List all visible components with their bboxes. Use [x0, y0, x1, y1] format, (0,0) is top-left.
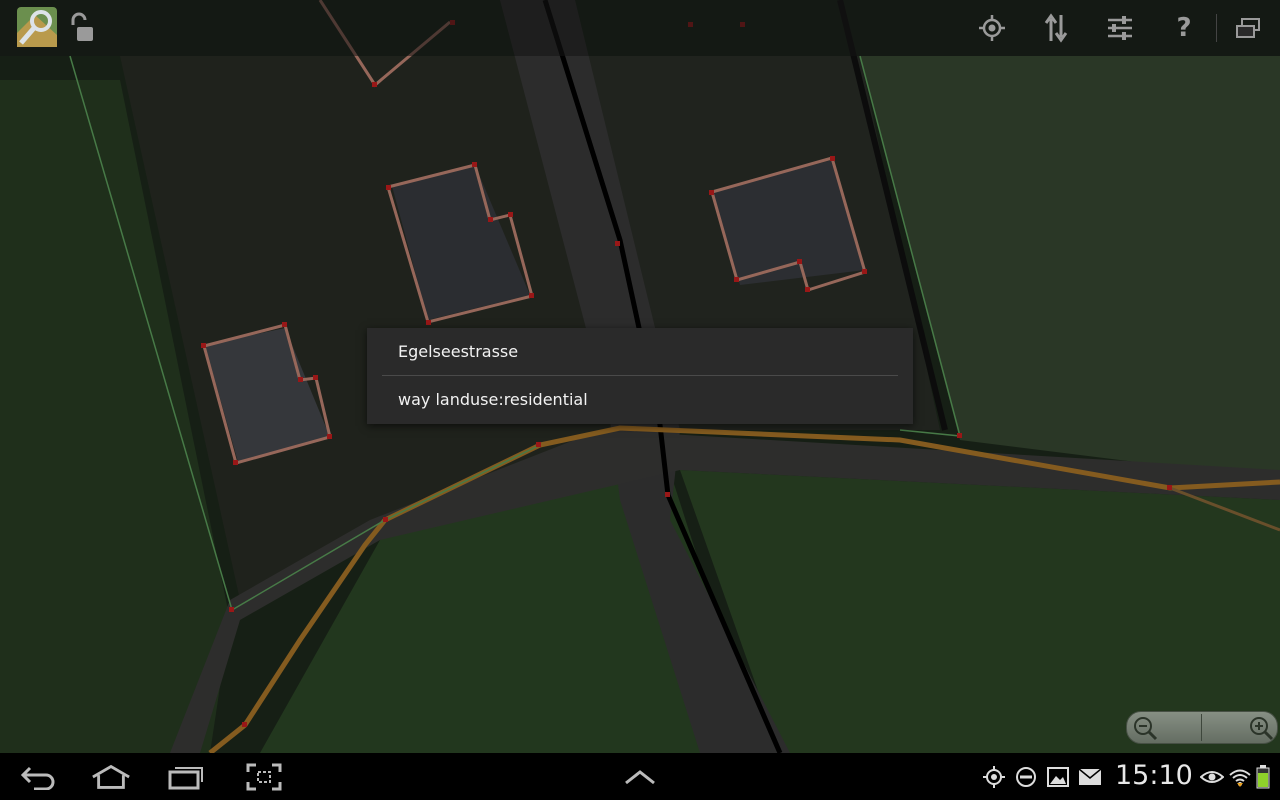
help-icon[interactable]: ?: [1166, 10, 1202, 46]
selection-popup-menu: Egelseestrasse way landuse:residential: [367, 328, 913, 424]
actionbar-divider: [1216, 14, 1217, 42]
popup-item-landuse-residential[interactable]: way landuse:residential: [367, 376, 913, 423]
screenshot-icon[interactable]: [244, 761, 284, 793]
popup-item-egelseestrasse[interactable]: Egelseestrasse: [367, 328, 913, 375]
windows-icon[interactable]: [1230, 10, 1266, 46]
status-clock: 15:10: [1115, 760, 1193, 791]
tune-sliders-icon[interactable]: [1102, 10, 1138, 46]
unlocked-padlock-icon[interactable]: [64, 10, 100, 46]
transfer-icon[interactable]: [1038, 10, 1074, 46]
zoom-out-icon[interactable]: [1131, 713, 1161, 743]
gps-icon: [976, 761, 1012, 793]
app-logo-icon[interactable]: [14, 4, 60, 50]
gallery-icon: [1040, 761, 1076, 793]
home-icon[interactable]: [91, 761, 131, 793]
zoom-divider: [1201, 714, 1202, 741]
battery-icon: [1248, 761, 1278, 793]
do-not-disturb-icon: [1008, 761, 1044, 793]
recent-apps-icon[interactable]: [166, 761, 206, 793]
mail-icon: [1072, 761, 1108, 793]
up-chevron-icon[interactable]: [620, 761, 660, 793]
back-icon[interactable]: [18, 761, 58, 793]
zoom-in-icon[interactable]: [1245, 713, 1275, 743]
action-bar: ?: [0, 0, 1280, 56]
system-navigation-bar: 15:10: [0, 753, 1280, 800]
gps-locate-icon[interactable]: [974, 10, 1010, 46]
zoom-control: [1126, 711, 1278, 744]
